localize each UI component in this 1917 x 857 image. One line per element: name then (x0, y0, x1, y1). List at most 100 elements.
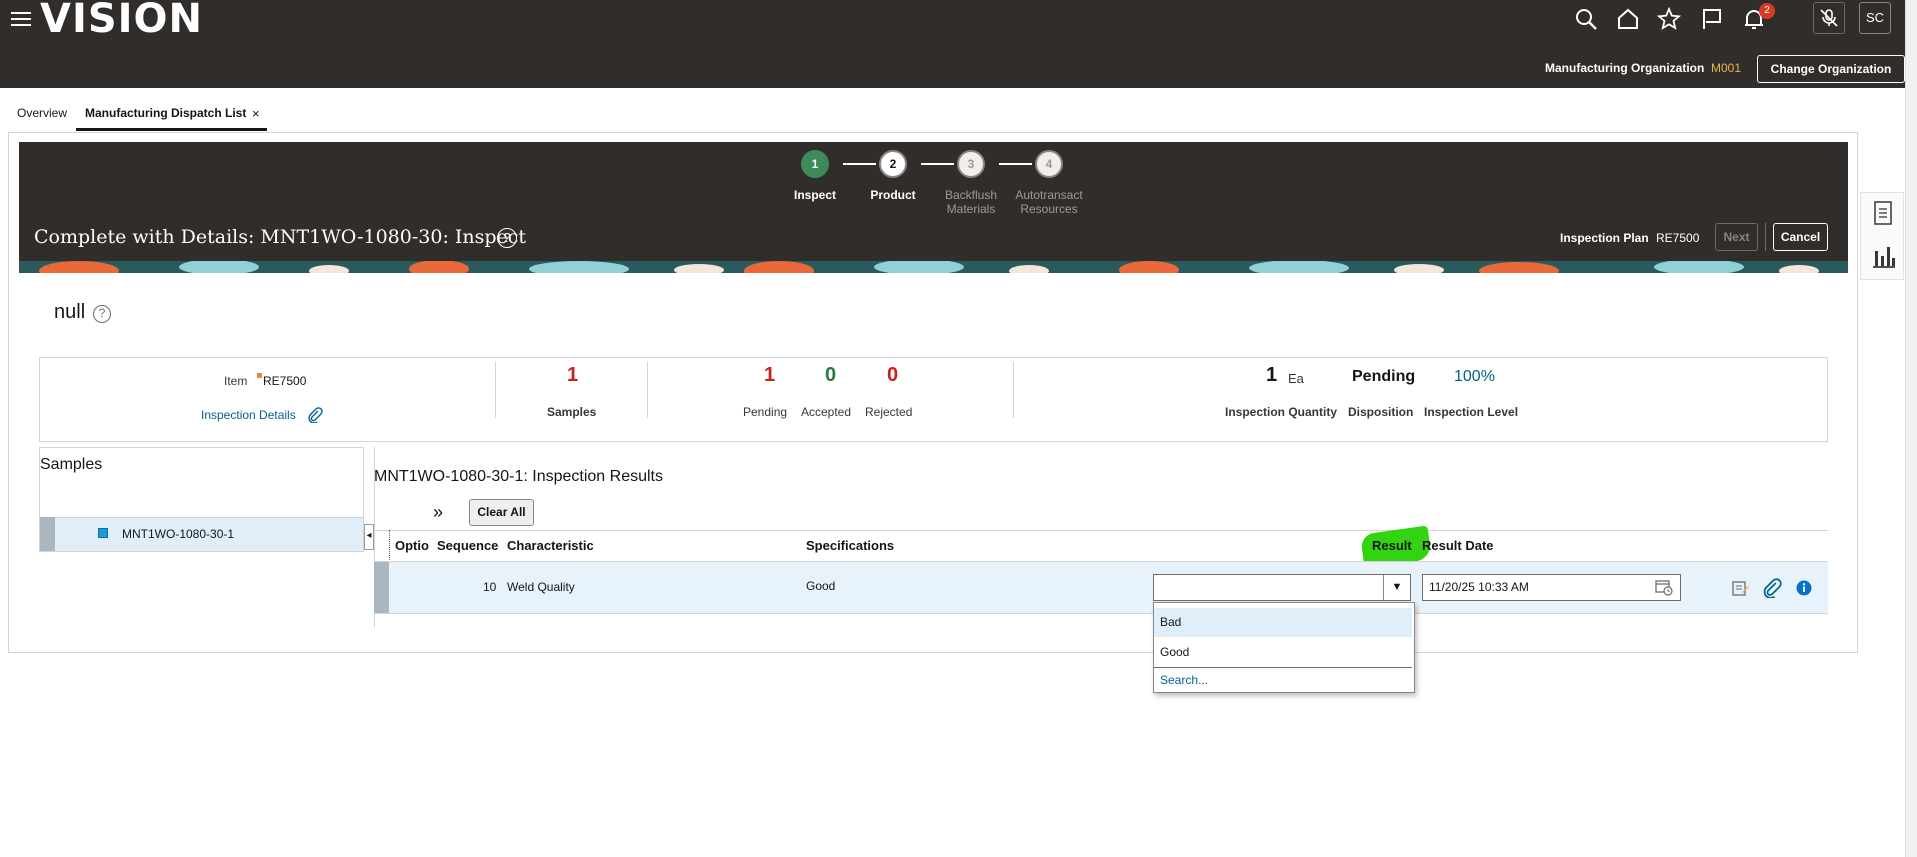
samples-count-label: Samples (547, 405, 597, 419)
characteristic-cell: Weld Quality (507, 580, 575, 594)
attachment-icon[interactable] (307, 407, 323, 428)
item-value: RE7500 (263, 374, 307, 388)
flag-icon[interactable] (1698, 6, 1726, 32)
calendar-icon[interactable] (1655, 578, 1673, 596)
app-logo[interactable]: VISION (40, 0, 203, 42)
column-header-optional[interactable]: Optio (395, 538, 429, 553)
cancel-button[interactable]: Cancel (1773, 223, 1828, 251)
train-step-4-label-line2: Resources (1020, 202, 1078, 216)
summary-divider (647, 362, 648, 418)
org-value: M001 (1711, 61, 1742, 75)
inspection-quantity-uom: Ea (1288, 371, 1304, 386)
dropdown-option-bad[interactable]: Bad (1154, 608, 1412, 637)
train-step-3-label-line1: Backflush (944, 188, 998, 202)
train-step-2-label[interactable]: Product (848, 188, 938, 202)
result-select-input[interactable] (1153, 574, 1411, 601)
active-tab-indicator (76, 128, 267, 131)
menu-icon[interactable] (10, 8, 32, 30)
column-header-characteristic[interactable]: Characteristic (507, 538, 594, 553)
inspection-summary (39, 357, 1828, 442)
change-organization-button[interactable]: Change Organization (1757, 55, 1905, 83)
inspection-quantity-value: 1 (1266, 364, 1278, 386)
item-label: Item (224, 374, 248, 388)
pending-count: 1 (764, 364, 776, 386)
accepted-count: 0 (825, 364, 837, 386)
next-button[interactable]: Next (1715, 223, 1758, 251)
dropdown-option-good[interactable]: Good (1154, 638, 1412, 666)
row-selection-bar (374, 562, 389, 613)
toolbar-divider (1765, 223, 1766, 251)
document-icon[interactable] (1873, 201, 1893, 230)
sample-name[interactable]: MNT1WO-1080-30-1 (122, 527, 234, 541)
item-flag-marker (257, 373, 262, 378)
home-icon[interactable] (1614, 6, 1642, 32)
analytics-chart-icon[interactable] (1871, 243, 1897, 274)
org-label: Manufacturing Organization (1545, 61, 1705, 75)
collapse-panel-icon[interactable]: ◂ (364, 524, 374, 550)
train-step-3-label-line2: Materials (946, 202, 996, 216)
summary-divider (495, 362, 496, 418)
notification-count-badge: 2 (1759, 3, 1775, 19)
tab-manufacturing-dispatch-list[interactable]: Manufacturing Dispatch List (85, 106, 246, 120)
inspection-plan-value: RE7500 (1656, 231, 1700, 245)
train-step-2[interactable]: 2 (879, 150, 907, 178)
samples-panel-title: Samples (40, 456, 103, 473)
train-connector (999, 163, 1032, 165)
disposition-label: Disposition (1348, 405, 1414, 419)
samples-count: 1 (567, 364, 579, 386)
column-header-specifications[interactable]: Specifications (806, 538, 894, 553)
column-header-sequence[interactable]: Sequence (437, 538, 498, 553)
column-header-result-date[interactable]: Result Date (1422, 538, 1494, 553)
disposition-value: Pending (1352, 368, 1416, 385)
sequence-cell: 10 (483, 580, 497, 594)
train-connector (921, 163, 954, 165)
specifications-cell: Good (806, 579, 836, 593)
help-icon[interactable]: ? (497, 228, 517, 248)
user-avatar[interactable]: SC (1859, 2, 1891, 34)
attachment-icon[interactable] (1762, 578, 1782, 599)
rejected-label: Rejected (865, 405, 913, 419)
favorites-star-icon[interactable] (1655, 6, 1683, 32)
train-step-3: 3 (957, 150, 985, 178)
tab-overview[interactable]: Overview (17, 106, 67, 120)
table-top-border (374, 530, 1828, 531)
section-title: null (54, 301, 86, 323)
info-icon[interactable] (1794, 578, 1814, 598)
inspection-level-label: Inspection Level (1424, 405, 1519, 419)
column-resize-handle[interactable] (389, 530, 390, 562)
banner-decoration (19, 261, 1848, 273)
sample-status-icon (98, 528, 108, 538)
help-icon[interactable]: ? (93, 305, 111, 323)
column-header-result[interactable]: Result (1372, 538, 1412, 553)
edit-notes-icon[interactable] (1730, 578, 1750, 598)
row-selection-bar (40, 517, 55, 551)
inspection-results-title: MNT1WO-1080-30-1: Inspection Results (374, 468, 663, 485)
inspection-level-value: 100% (1454, 368, 1495, 385)
accepted-label: Accepted (801, 405, 852, 419)
expand-double-chevron-icon[interactable]: » (433, 502, 443, 523)
rejected-count: 0 (887, 364, 899, 386)
mute-microphone-icon[interactable] (1813, 2, 1845, 34)
dropdown-arrow-icon[interactable]: ▼ (1383, 575, 1410, 600)
train-step-4-label: Autotransact Resources (1004, 188, 1094, 216)
result-date-input[interactable]: 11/20/25 10:33 AM (1422, 574, 1681, 601)
side-panel-rail (1860, 192, 1904, 280)
train-step-1-label[interactable]: Inspect (770, 188, 860, 202)
train-step-3-label: Backflush Materials (926, 188, 1016, 216)
table-row-border (374, 613, 1828, 614)
inspection-plan-label: Inspection Plan (1560, 231, 1649, 245)
clear-all-button[interactable]: Clear All (469, 499, 534, 526)
tab-close-icon[interactable]: × (252, 106, 260, 121)
pending-label: Pending (743, 405, 788, 419)
summary-divider (1013, 362, 1014, 418)
train-step-4-label-line1: Autotransact (1015, 188, 1083, 202)
train-step-4: 4 (1035, 150, 1063, 178)
dropdown-separator (1154, 667, 1412, 668)
page-scrollbar[interactable] (1905, 0, 1917, 857)
train-connector (843, 163, 876, 165)
search-icon[interactable] (1572, 6, 1600, 32)
dropdown-search-link[interactable]: Search... (1154, 670, 1412, 690)
inspection-details-link[interactable]: Inspection Details (201, 408, 296, 422)
inspection-quantity-label: Inspection Quantity (1225, 405, 1338, 419)
train-step-1[interactable]: 1 (801, 150, 829, 178)
